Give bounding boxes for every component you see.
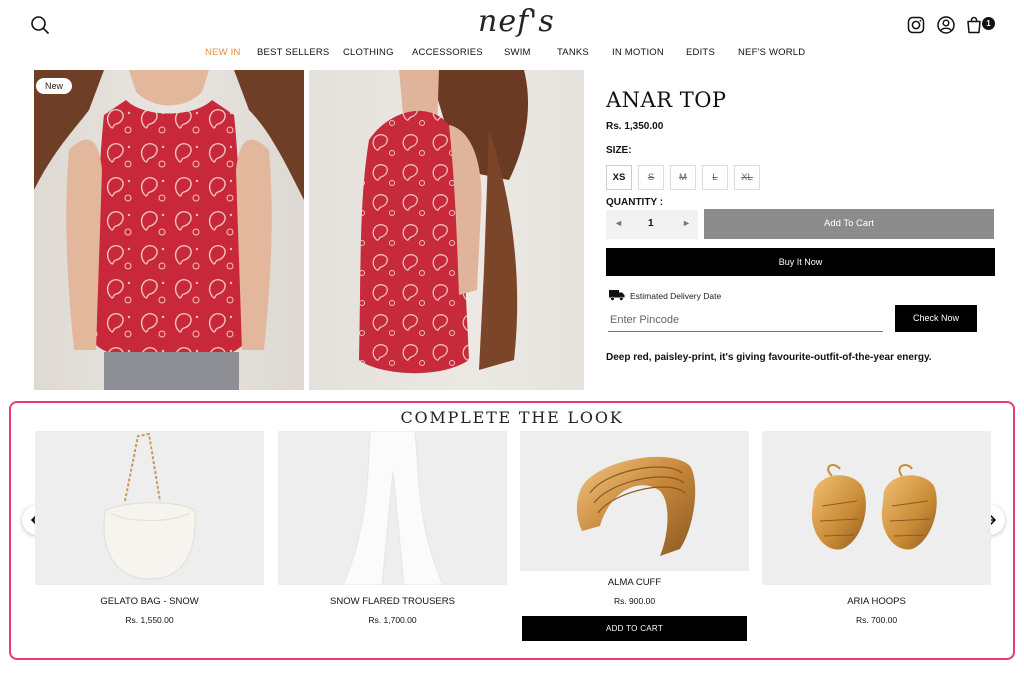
size-option-s[interactable]: S — [638, 165, 664, 190]
search-icon[interactable] — [30, 15, 50, 35]
nav-item-tanks[interactable]: TANKS — [557, 47, 589, 58]
product-description: Deep red, paisley-print, it's giving fav… — [606, 352, 932, 363]
product-image-side[interactable] — [309, 70, 584, 390]
product-card-name[interactable]: ALMA CUFF — [520, 577, 749, 588]
add-to-cart-button[interactable]: Add To Cart — [704, 209, 994, 239]
product-price: Rs. 1,350.00 — [606, 121, 664, 132]
nav-item-in-motion[interactable]: IN MOTION — [612, 47, 664, 58]
quantity-increase-button[interactable]: ► — [682, 218, 691, 228]
quantity-decrease-button[interactable]: ◄ — [614, 218, 623, 228]
check-now-button[interactable]: Check Now — [895, 305, 977, 332]
product-card-image[interactable] — [35, 431, 264, 585]
product-card-name[interactable]: GELATO BAG - SNOW — [35, 596, 264, 607]
site-logo[interactable]: nef's — [478, 4, 555, 39]
product-card-name[interactable]: SNOW FLARED TROUSERS — [278, 596, 507, 607]
product-card-price: Rs. 1,550.00 — [125, 615, 174, 625]
size-option-label: XS — [612, 172, 626, 183]
size-option-xs[interactable]: XS — [606, 165, 632, 190]
account-icon[interactable] — [936, 15, 956, 35]
main-nav: NEW IN BEST SELLERS CLOTHING ACCESSORIES… — [0, 47, 1024, 61]
product-card-name[interactable]: ARIA HOOPS — [762, 596, 991, 607]
nav-item-swim[interactable]: SWIM — [504, 47, 531, 58]
size-option-m[interactable]: M — [670, 165, 696, 190]
quantity-value[interactable]: 1 — [648, 218, 654, 229]
pincode-input[interactable] — [608, 308, 883, 332]
size-option-l[interactable]: L — [702, 165, 728, 190]
site-header: nef's 1 NEW IN BEST SELLERS CLOTHING ACC… — [0, 0, 1024, 66]
product-image-front[interactable] — [34, 70, 304, 390]
quantity-label: QUANTITY : — [606, 197, 664, 208]
truck-icon — [609, 290, 625, 301]
size-option-label: L — [712, 172, 718, 183]
nav-item-best-sellers[interactable]: BEST SELLERS — [257, 47, 329, 58]
complete-the-look-heading: COMPLETE THE LOOK — [400, 408, 624, 427]
product-card-price: Rs. 1,700.00 — [368, 615, 417, 625]
cart-count-badge: 1 — [982, 17, 995, 30]
product-card-add-to-cart-button[interactable]: ADD TO CART — [522, 616, 747, 641]
size-option-xl[interactable]: XL — [734, 165, 760, 190]
nav-item-accessories[interactable]: ACCESSORIES — [412, 47, 483, 58]
new-badge: New — [36, 78, 73, 94]
product-card-image[interactable] — [520, 431, 749, 571]
delivery-date-label: Estimated Delivery Date — [630, 291, 722, 301]
nav-item-nefs-world[interactable]: NEF'S WORLD — [738, 47, 805, 58]
quantity-stepper: ◄ 1 ► — [606, 210, 698, 239]
product-title: ANAR TOP — [606, 88, 727, 112]
size-option-label: XL — [741, 172, 753, 183]
size-label: SIZE: — [606, 145, 632, 156]
size-option-label: M — [679, 172, 687, 183]
nav-item-edits[interactable]: EDITS — [686, 47, 715, 58]
product-card-price: Rs. 700.00 — [855, 615, 898, 625]
product-card-price: Rs. 900.00 — [613, 596, 656, 606]
nav-item-clothing[interactable]: CLOTHING — [343, 47, 394, 58]
buy-now-button[interactable]: Buy It Now — [606, 248, 995, 276]
instagram-icon[interactable] — [906, 15, 926, 35]
nav-item-new-in[interactable]: NEW IN — [205, 47, 241, 58]
product-card-image[interactable] — [762, 431, 991, 585]
size-option-label: S — [647, 172, 655, 183]
product-card-image[interactable] — [278, 431, 507, 585]
